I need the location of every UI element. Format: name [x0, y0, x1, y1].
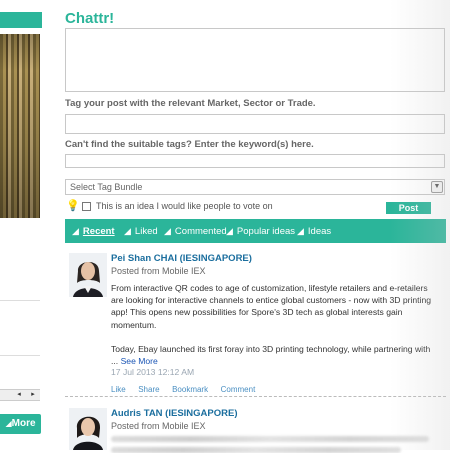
- more-button[interactable]: ◢More: [0, 414, 41, 434]
- post-divider: [65, 396, 446, 397]
- avatar[interactable]: [69, 408, 107, 450]
- post-body-line: From interactive QR codes to age of cust…: [111, 283, 428, 293]
- tag-label: Tag your post with the relevant Market, …: [65, 98, 316, 109]
- tab-popular-ideas[interactable]: ◢ Popular ideas: [226, 219, 295, 243]
- person-avatar-icon: [69, 408, 107, 450]
- post-source: Posted from Mobile IEX: [111, 266, 206, 276]
- post-body-line: Today, Ebay launched its first foray int…: [111, 344, 431, 354]
- tab-label: Liked: [134, 226, 158, 237]
- post-body: From interactive QR codes to age of cust…: [111, 282, 441, 367]
- tab-commented[interactable]: ◢ Commented: [164, 219, 227, 243]
- share-link[interactable]: Share: [138, 385, 159, 394]
- left-panel-header-bar: [0, 12, 42, 28]
- post-body-blurred: [111, 436, 429, 442]
- triangle-pointer-icon: ◢: [72, 226, 79, 236]
- scroll-right-icon[interactable]: ▸: [28, 390, 38, 400]
- tab-recent[interactable]: ◢ Recent: [72, 219, 115, 243]
- keyword-label: Can't find the suitable tags? Enter the …: [65, 139, 314, 150]
- triangle-pointer-icon: ◢: [124, 226, 131, 236]
- tag-bundle-select-value: Select Tag Bundle: [70, 182, 143, 192]
- chevron-down-icon[interactable]: ▼: [431, 181, 443, 193]
- post-body-line: are looking for interactive channels to …: [111, 295, 432, 306]
- vote-idea-label: This is an idea I would like people to v…: [96, 201, 273, 211]
- post-author[interactable]: Audris TAN (IESINGAPORE): [111, 408, 238, 419]
- post-body-more-line: ... See More: [111, 355, 441, 367]
- post-body-line: momentum.: [111, 319, 157, 330]
- horizontal-scrollbar[interactable]: ◂ ▸: [0, 389, 40, 401]
- post-body-blurred: [111, 447, 401, 453]
- chattr-title: Chattr!: [65, 10, 115, 27]
- person-avatar-icon: [69, 253, 107, 297]
- post-author[interactable]: Pei Shan CHAI (IESINGAPORE): [111, 253, 252, 264]
- lightbulb-icon: 💡: [66, 200, 80, 212]
- triangle-pointer-icon: ◢: [226, 226, 233, 236]
- see-more-link[interactable]: See More: [121, 356, 158, 366]
- post-date: 17 Jul 2013 12:12 AM: [111, 367, 195, 377]
- feed-tabs: ◢ Recent ◢ Liked ◢ Commented ◢ Popular ideas…: [65, 219, 446, 243]
- more-button-label: More: [11, 418, 36, 429]
- like-link[interactable]: Like: [111, 385, 126, 394]
- divider: [0, 355, 40, 356]
- tab-liked[interactable]: ◢ Liked: [124, 219, 158, 243]
- scroll-left-icon[interactable]: ◂: [14, 390, 24, 400]
- tab-label: Commented: [174, 226, 227, 237]
- tag-bundle-select[interactable]: Select Tag Bundle ▼: [65, 179, 445, 195]
- comment-link[interactable]: Comment: [221, 385, 256, 394]
- tab-ideas[interactable]: ◢ Ideas: [297, 219, 331, 243]
- tab-label: Ideas: [307, 226, 332, 237]
- featured-image[interactable]: [0, 34, 40, 218]
- post-body-line: [111, 331, 441, 343]
- tag-input[interactable]: [65, 114, 445, 134]
- bookmark-link[interactable]: Bookmark: [172, 385, 208, 394]
- divider: [0, 300, 40, 301]
- triangle-pointer-icon: ◢: [297, 226, 304, 236]
- triangle-pointer-icon: ◢: [164, 226, 171, 236]
- post-source: Posted from Mobile IEX: [111, 421, 206, 431]
- keyword-input[interactable]: [65, 154, 445, 168]
- tab-label: Popular ideas: [236, 226, 296, 237]
- avatar[interactable]: [69, 253, 107, 297]
- post-button[interactable]: Post: [386, 202, 431, 214]
- vote-idea-checkbox[interactable]: [82, 202, 91, 211]
- post-textarea[interactable]: [65, 28, 445, 92]
- post-body-line: app! This opens new possibilities for Sp…: [111, 307, 403, 318]
- ellipsis: ...: [111, 356, 121, 367]
- post-actions: Like Share Bookmark Comment: [111, 384, 265, 394]
- tab-label: Recent: [82, 226, 115, 237]
